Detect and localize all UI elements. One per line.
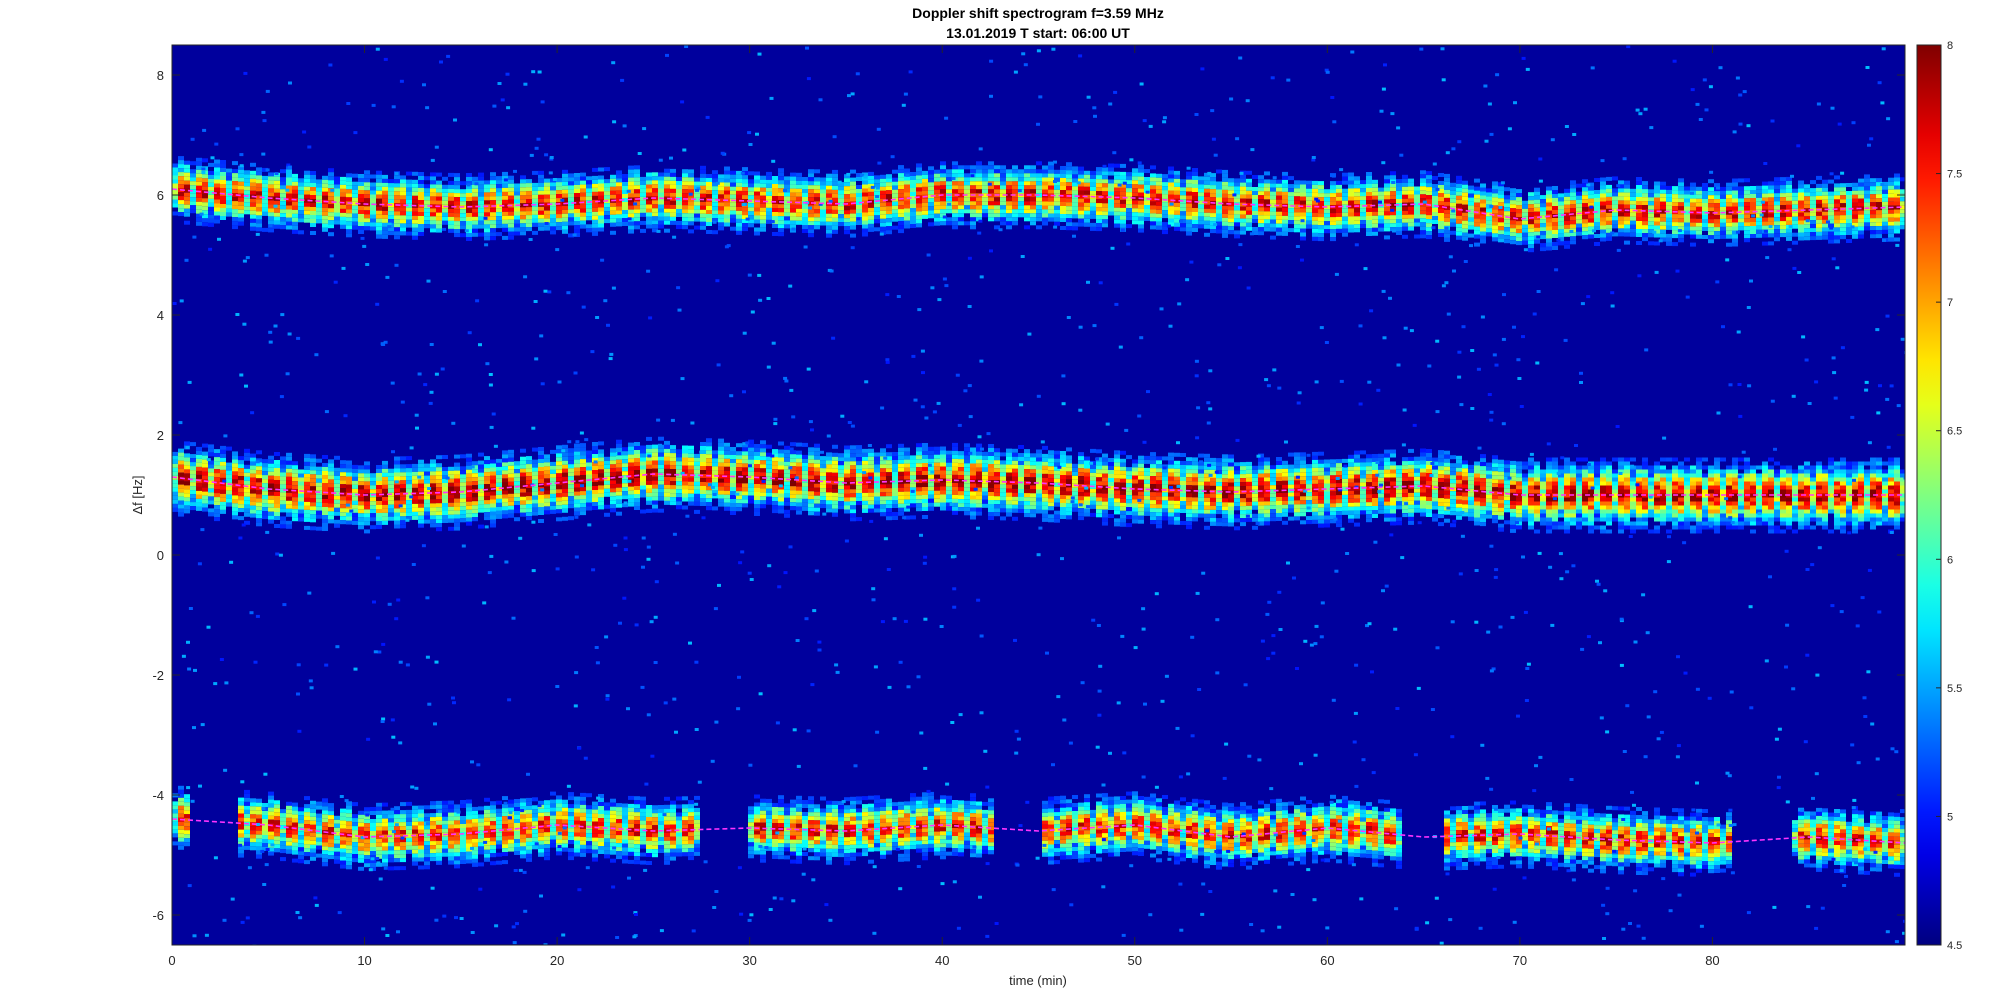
x-tick-label: 0 (168, 953, 175, 968)
y-axis-label: Δf [Hz] (130, 475, 145, 514)
y-tick-label: 6 (157, 188, 164, 203)
colorbar: 4.5 5 5.5 6 6.5 7 7.5 8 (1916, 40, 1962, 952)
colorbar-tick-label: 5.5 (1947, 683, 1962, 695)
colorbar-tick-label: 6 (1947, 554, 1953, 566)
plot-area (171, 44, 1906, 946)
x-tick-label: 70 (1513, 953, 1527, 968)
x-tick-label: 20 (550, 953, 564, 968)
y-tick-label: 8 (157, 68, 164, 83)
chart-title: Doppler shift spectrogram f=3.59 MHz (912, 5, 1164, 21)
x-tick-label: 10 (357, 953, 371, 968)
y-tick-label: -6 (152, 908, 164, 923)
colorbar-tick-label: 8 (1947, 40, 1953, 52)
x-tick-label: 60 (1320, 953, 1334, 968)
colorbar-tick-label: 4.5 (1947, 940, 1962, 952)
y-tick-label: 2 (157, 428, 164, 443)
spectrogram-figure: Doppler shift spectrogram f=3.59 MHz 13.… (130, 5, 1962, 988)
x-axis-label: time (min) (1009, 973, 1067, 988)
x-tick-label: 50 (1128, 953, 1142, 968)
y-tick-label: 4 (157, 308, 164, 323)
colorbar-tick-label: 5 (1947, 811, 1953, 823)
colorbar-tick-label: 6.5 (1947, 426, 1962, 438)
colorbar-tick-label: 7 (1947, 297, 1953, 309)
x-tick-label: 80 (1705, 953, 1719, 968)
y-tick-label: -4 (152, 788, 164, 803)
x-tick-label: 40 (935, 953, 949, 968)
y-tick-label: -2 (152, 668, 164, 683)
y-tick-label: 0 (157, 548, 164, 563)
colorbar-tick-label: 7.5 (1947, 169, 1962, 181)
x-tick-label: 30 (742, 953, 756, 968)
chart-subtitle: 13.01.2019 T start: 06:00 UT (946, 25, 1130, 41)
